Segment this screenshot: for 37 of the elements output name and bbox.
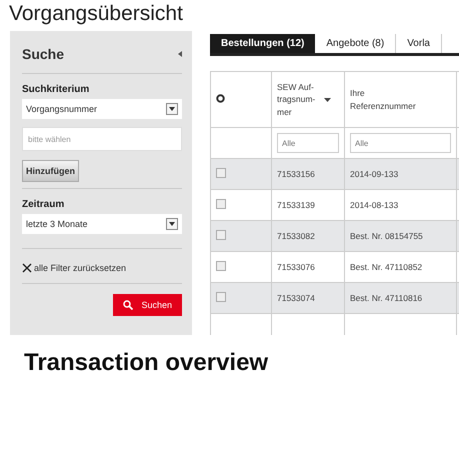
period-dropdown[interactable]: letzte 3 Monate	[22, 214, 182, 234]
dropdown-icon	[166, 218, 178, 230]
criterion-dropdown[interactable]: Vorgangsnummer	[22, 99, 182, 119]
filter-field[interactable]: Alle	[277, 133, 339, 153]
table-cell: 71533082	[277, 231, 315, 241]
field-label: Zeitraum	[22, 199, 66, 210]
table-cell: 2014-08-133	[350, 200, 398, 210]
panel-title: Suche	[22, 46, 64, 62]
table-cell: 71533156	[277, 169, 315, 179]
checkbox[interactable]	[216, 261, 226, 271]
tab[interactable]: Angebote (8)	[315, 34, 396, 53]
caption: Transaction overview	[23, 348, 270, 377]
table-cell: Best. Nr. 08154755	[350, 231, 423, 241]
table-cell: 2014-09-133	[350, 169, 398, 179]
page-title: Vorgangsübersicht	[8, 1, 184, 27]
table-cell: Best. Nr. 47110816	[350, 293, 422, 303]
checkbox[interactable]	[216, 292, 226, 302]
tab[interactable]: Vorla	[396, 34, 442, 53]
table-cell: 71533074	[277, 293, 315, 303]
checkbox[interactable]	[216, 230, 226, 240]
checkbox[interactable]	[216, 199, 226, 209]
table-cell: 71533139	[277, 200, 315, 210]
reset-link[interactable]: alle Filter zurücksetzen	[34, 263, 126, 273]
add-button[interactable]: Hinzufügen	[22, 160, 79, 182]
dropdown-icon	[166, 103, 178, 115]
search-button[interactable]: Suchen	[113, 294, 182, 316]
search-icon	[123, 300, 134, 310]
table-cell: 71533076	[277, 262, 315, 272]
table-cell: Best. Nr. 47110852	[350, 262, 422, 272]
sort-icon[interactable]	[324, 98, 331, 102]
input-field[interactable]: bitte wählen	[22, 127, 182, 151]
close-icon[interactable]	[22, 263, 32, 273]
field-label: Suchkriterium	[22, 84, 90, 95]
filter-field[interactable]: Alle	[350, 133, 451, 153]
collapse-icon[interactable]	[178, 51, 182, 57]
checkbox[interactable]	[216, 168, 226, 178]
tab[interactable]: Bestellungen (12)	[210, 34, 316, 53]
